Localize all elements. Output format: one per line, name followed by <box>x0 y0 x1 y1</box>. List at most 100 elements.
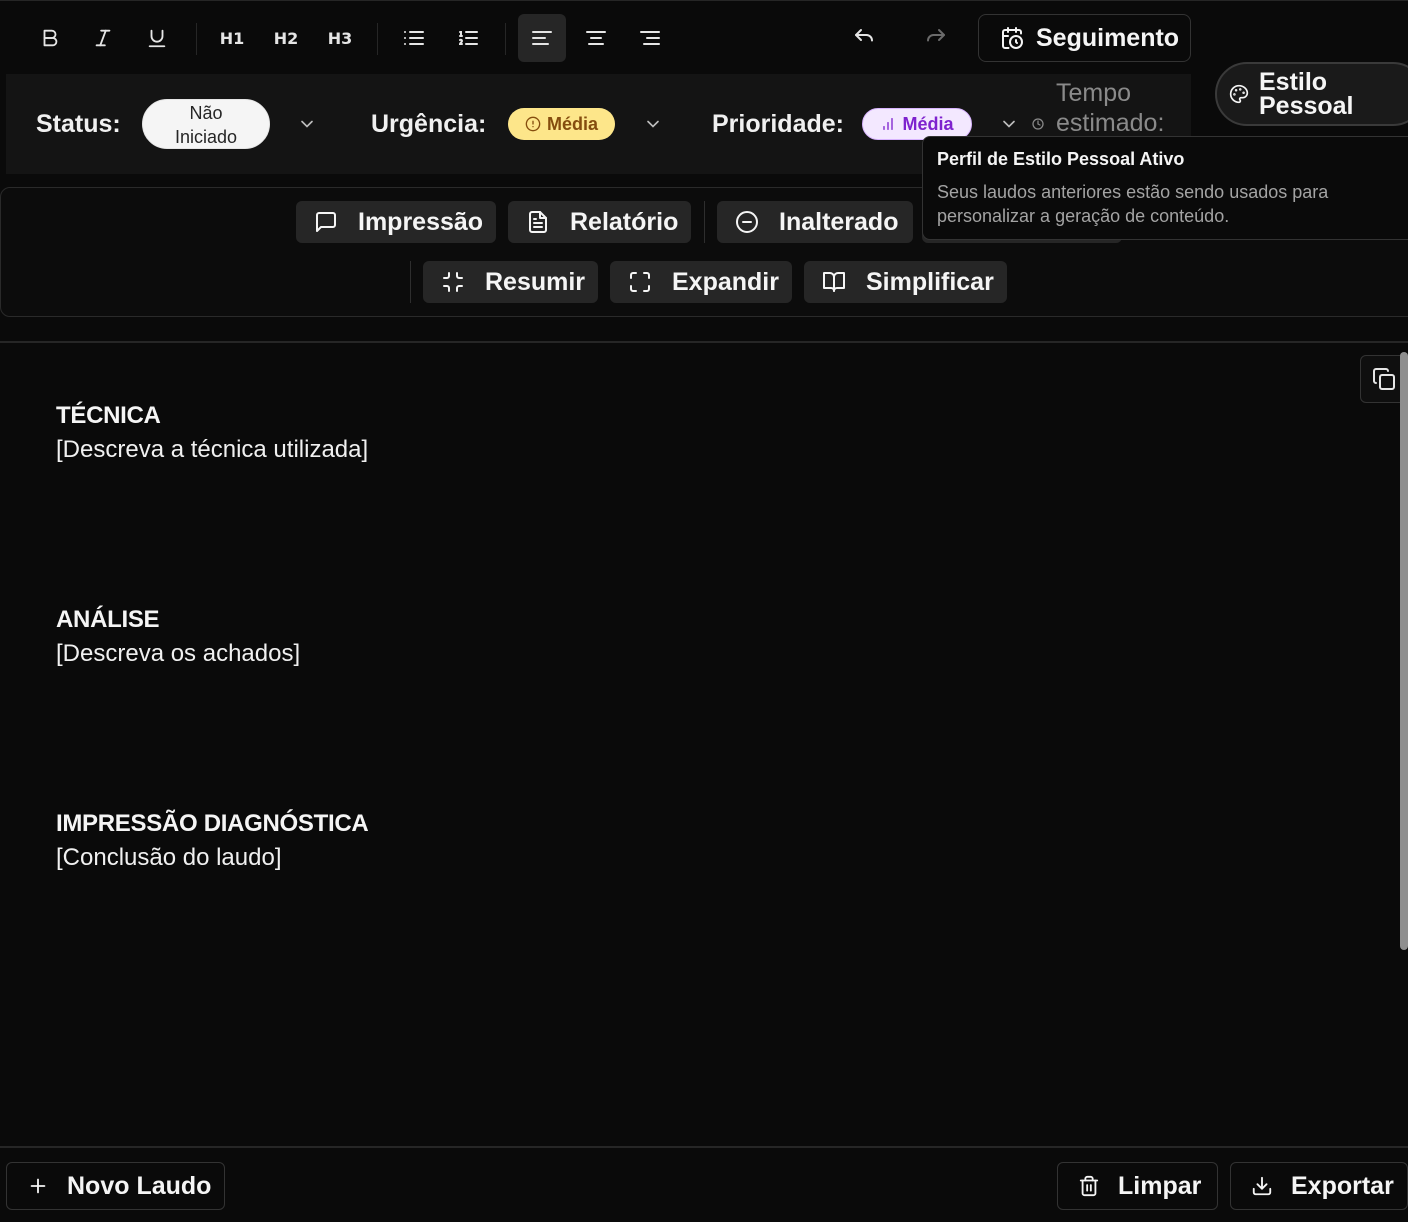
section-title[interactable]: ANÁLISE <box>56 606 160 634</box>
style-line2: Pessoal <box>1259 92 1354 120</box>
heading2-label: H2 <box>273 28 299 48</box>
expandir-label: Expandir <box>672 267 779 296</box>
section-title[interactable]: TÉCNICA <box>56 402 161 430</box>
personal-style-tooltip: Perfil de Estilo Pessoal Ativo Seus laud… <box>922 136 1408 240</box>
book-open-icon <box>823 272 845 292</box>
heading2-button[interactable]: H2 <box>262 14 310 62</box>
clear-label: Limpar <box>1118 1171 1202 1200</box>
new-report-label: Novo Laudo <box>67 1171 212 1200</box>
align-center-icon <box>586 31 606 45</box>
plus-icon <box>30 1178 46 1194</box>
simplificar-label: Simplificar <box>866 267 994 296</box>
underline-button[interactable] <box>133 14 181 62</box>
actions-divider <box>704 201 705 243</box>
toolbar-divider <box>377 23 378 55</box>
download-icon <box>1252 1176 1272 1196</box>
file-text-icon <box>529 211 547 233</box>
relatorio-button[interactable]: Relatório <box>508 201 691 243</box>
tooltip-title: Perfil de Estilo Pessoal Ativo <box>937 149 1185 169</box>
status-dropdown[interactable] <box>297 114 317 134</box>
urgency-dropdown[interactable] <box>643 114 663 134</box>
undo-icon <box>855 29 873 42</box>
clock-icon <box>1032 118 1044 130</box>
personal-style-button[interactable]: Estilo Pessoal <box>1215 62 1408 126</box>
bold-button[interactable] <box>26 14 74 62</box>
heading1-label: H1 <box>219 28 245 48</box>
align-right-button[interactable] <box>626 14 674 62</box>
followup-label: Seguimento <box>1036 23 1180 52</box>
status-label: Status: <box>36 110 121 138</box>
priority-dropdown[interactable] <box>999 114 1019 134</box>
bullet-list-button[interactable] <box>390 14 438 62</box>
resumir-button[interactable]: Resumir <box>423 261 598 303</box>
status-value-line1: Não <box>189 103 223 123</box>
calendar-clock-icon <box>1002 27 1023 49</box>
impressao-button[interactable]: Impressão <box>296 201 496 243</box>
message-square-icon <box>316 212 336 232</box>
bullet-list-icon <box>404 31 424 45</box>
section-title[interactable]: IMPRESSÃO DIAGNÓSTICA <box>56 810 369 838</box>
minimize-icon <box>443 272 463 292</box>
maximize-icon <box>630 272 650 292</box>
priority-value: Média <box>902 113 954 134</box>
toolbar-divider <box>505 23 506 55</box>
status-value-line2: Iniciado <box>174 127 238 147</box>
section-body[interactable]: [Descreva a técnica utilizada] <box>56 436 368 464</box>
clock-icon-wrap <box>1032 118 1044 130</box>
undo-button[interactable] <box>840 14 888 62</box>
expandir-button[interactable]: Expandir <box>610 261 792 303</box>
new-report-button[interactable]: Novo Laudo <box>6 1162 225 1210</box>
trash-icon <box>1079 1175 1099 1197</box>
editor-toolbar: H1 H2 H3 Seguimento <box>0 0 1408 74</box>
section-body[interactable]: [Descreva os achados] <box>56 640 300 668</box>
urgency-label: Urgência: <box>371 110 487 138</box>
resumir-label: Resumir <box>485 267 586 296</box>
export-label: Exportar <box>1291 1171 1394 1200</box>
inalterado-label: Inalterado <box>779 207 899 236</box>
estimated-time-label: Tempo estimado: <box>1056 78 1164 138</box>
minus-circle-icon <box>736 211 758 233</box>
chevron-down-icon <box>301 120 313 128</box>
align-center-button[interactable] <box>572 14 620 62</box>
align-right-icon <box>640 31 660 45</box>
alert-circle-icon <box>525 116 541 132</box>
italic-button[interactable] <box>79 14 127 62</box>
simplificar-button[interactable]: Simplificar <box>804 261 1007 303</box>
impressao-label: Impressão <box>358 207 484 236</box>
heading3-label: H3 <box>327 28 353 48</box>
palette-icon <box>1229 84 1249 104</box>
align-left-icon <box>532 31 552 45</box>
bold-icon <box>43 29 58 47</box>
clear-button[interactable]: Limpar <box>1057 1162 1218 1210</box>
urgency-pill[interactable]: Média <box>508 108 615 140</box>
editor-scrollbar[interactable] <box>1400 352 1408 950</box>
align-left-button[interactable] <box>518 14 566 62</box>
estimated-line1: Tempo <box>1056 79 1132 107</box>
numbered-list-icon <box>458 31 478 45</box>
priority-label: Prioridade: <box>712 110 844 138</box>
relatorio-label: Relatório <box>570 207 679 236</box>
actions-divider <box>410 261 411 303</box>
bar-chart-icon <box>883 118 894 130</box>
tooltip-text-line2: personalizar a geração de conteúdo. <box>937 206 1230 226</box>
toolbar-divider <box>196 23 197 55</box>
urgency-value: Média <box>546 113 598 134</box>
followup-button[interactable]: Seguimento <box>978 14 1191 62</box>
heading1-button[interactable]: H1 <box>208 14 256 62</box>
editor-divider <box>0 341 1408 343</box>
heading3-button[interactable]: H3 <box>316 14 364 62</box>
copy-icon <box>1373 368 1395 390</box>
redo-button[interactable] <box>912 14 960 62</box>
tooltip-text-line1: Seus laudos anteriores estão sendo usado… <box>937 182 1329 202</box>
italic-icon <box>95 29 111 47</box>
section-body[interactable]: [Conclusão do laudo] <box>56 844 282 872</box>
redo-icon <box>927 29 945 42</box>
estimated-line2: estimado: <box>1056 109 1165 137</box>
chevron-down-icon <box>647 120 659 128</box>
inalterado-button[interactable]: Inalterado <box>717 201 913 243</box>
style-line1: Estilo <box>1259 68 1328 96</box>
numbered-list-button[interactable] <box>444 14 492 62</box>
underline-icon <box>148 29 166 48</box>
status-pill[interactable]: Não Iniciado <box>142 99 270 149</box>
export-button[interactable]: Exportar <box>1230 1162 1408 1210</box>
